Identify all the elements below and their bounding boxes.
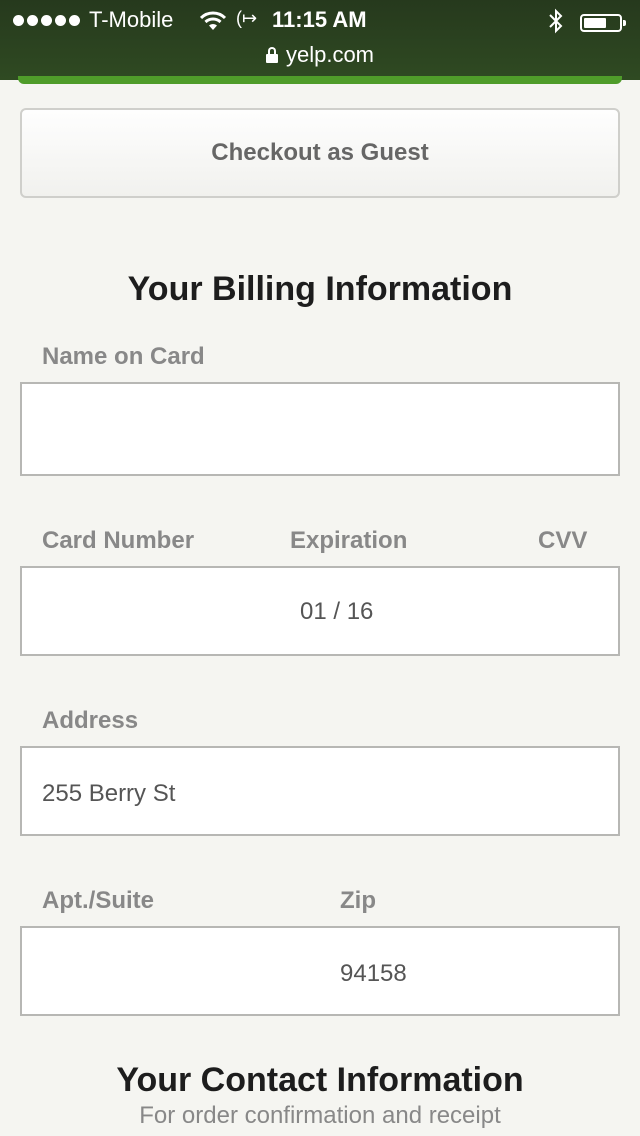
signal-dots-icon [13,15,80,26]
name-on-card-field[interactable] [20,382,620,476]
checkout-as-guest-button[interactable]: Checkout as Guest [20,108,620,198]
address-value: 255 Berry St [42,780,176,807]
zip-value[interactable]: 94158 [340,960,407,988]
card-details-field[interactable]: 01 / 16 [20,566,620,656]
expiration-label: Expiration [290,527,408,554]
contact-section-title: Your Contact Information [116,1061,524,1099]
lock-icon [265,47,278,63]
cvv-label: CVV [538,527,588,554]
expiration-value[interactable]: 01 / 16 [300,598,373,626]
status-time: 11:15 AM [272,7,367,32]
card-number-label: Card Number [42,527,195,554]
header-accent-strip [18,76,622,84]
battery-icon [580,14,626,32]
url-bar[interactable]: yelp.com [0,40,640,70]
wifi-icon [199,10,227,37]
apt-suite-label: Apt./Suite [42,887,154,914]
contact-section-subtitle: For order confirmation and receipt [139,1102,501,1129]
bluetooth-icon [548,8,564,39]
address-field[interactable]: 255 Berry St [20,746,620,836]
call-forward-icon: (↦ [236,8,258,28]
url-text: yelp.com [285,42,375,67]
status-row: T-Mobile (↦ 11:15 AM [0,5,640,37]
name-on-card-label: Name on Card [42,343,205,370]
status-bar: T-Mobile (↦ 11:15 AM yelp.com [0,0,640,80]
address-label: Address [42,707,139,734]
carrier-name: T-Mobile [89,7,174,32]
apt-zip-field[interactable]: 94158 [20,926,620,1016]
billing-section-title: Your Billing Information [127,270,513,308]
zip-label: Zip [340,887,376,914]
